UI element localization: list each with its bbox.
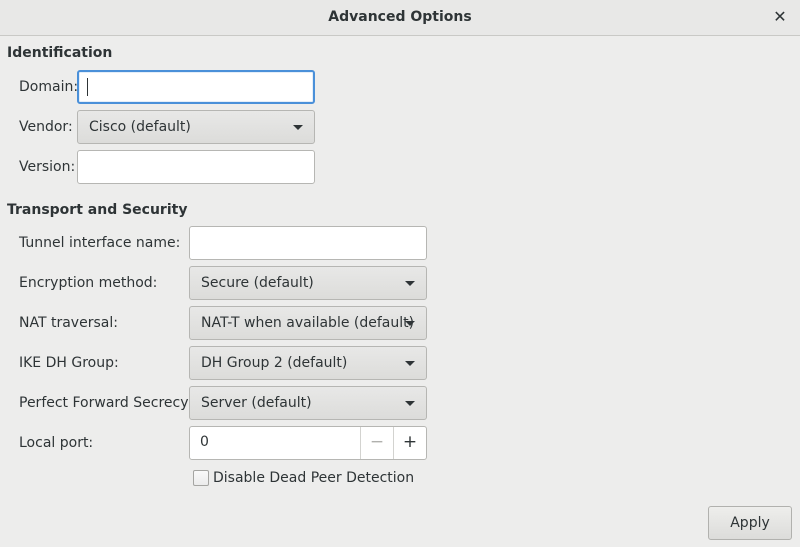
dpd-checkbox[interactable] <box>193 470 209 486</box>
chevron-down-icon <box>405 361 415 366</box>
ike-selected: DH Group 2 (default) <box>201 355 348 371</box>
close-icon[interactable]: ✕ <box>770 7 790 27</box>
nat-selected: NAT-T when available (default) <box>201 315 415 331</box>
vendor-selected: Cisco (default) <box>89 119 191 135</box>
chevron-down-icon <box>405 281 415 286</box>
vendor-label: Vendor: <box>19 119 73 135</box>
chevron-down-icon <box>293 125 303 130</box>
encryption-selected: Secure (default) <box>201 275 314 291</box>
ike-label: IKE DH Group: <box>19 355 119 371</box>
chevron-down-icon <box>405 321 415 326</box>
plus-icon[interactable]: + <box>393 427 426 459</box>
title-bar: Advanced Options ✕ <box>0 0 800 36</box>
local-port-spinner[interactable]: 0 − + <box>189 426 427 460</box>
version-label: Version: <box>19 159 76 175</box>
tunnel-label: Tunnel interface name: <box>19 235 181 251</box>
pfs-dropdown[interactable]: Server (default) <box>189 386 427 420</box>
nat-traversal-dropdown[interactable]: NAT-T when available (default) <box>189 306 427 340</box>
pfs-selected: Server (default) <box>201 395 312 411</box>
encryption-label: Encryption method: <box>19 275 158 291</box>
vendor-dropdown[interactable]: Cisco (default) <box>77 110 315 144</box>
chevron-down-icon <box>405 401 415 406</box>
identification-heading: Identification <box>7 45 113 61</box>
minus-icon[interactable]: − <box>360 427 393 459</box>
transport-heading: Transport and Security <box>7 202 188 218</box>
domain-field[interactable] <box>77 70 315 104</box>
domain-label: Domain: <box>19 79 79 95</box>
dialog-content: Identification Domain: Vendor: Cisco (de… <box>0 36 800 547</box>
text-caret <box>87 78 88 96</box>
window-title: Advanced Options <box>328 9 472 25</box>
version-field[interactable] <box>77 150 315 184</box>
port-value[interactable]: 0 <box>200 434 209 450</box>
ike-dh-group-dropdown[interactable]: DH Group 2 (default) <box>189 346 427 380</box>
encryption-dropdown[interactable]: Secure (default) <box>189 266 427 300</box>
apply-button[interactable]: Apply <box>708 506 792 540</box>
port-label: Local port: <box>19 435 94 451</box>
dpd-label[interactable]: Disable Dead Peer Detection <box>213 470 414 486</box>
nat-label: NAT traversal: <box>19 315 118 331</box>
tunnel-interface-field[interactable] <box>189 226 427 260</box>
pfs-label: Perfect Forward Secrecy: <box>19 395 193 411</box>
